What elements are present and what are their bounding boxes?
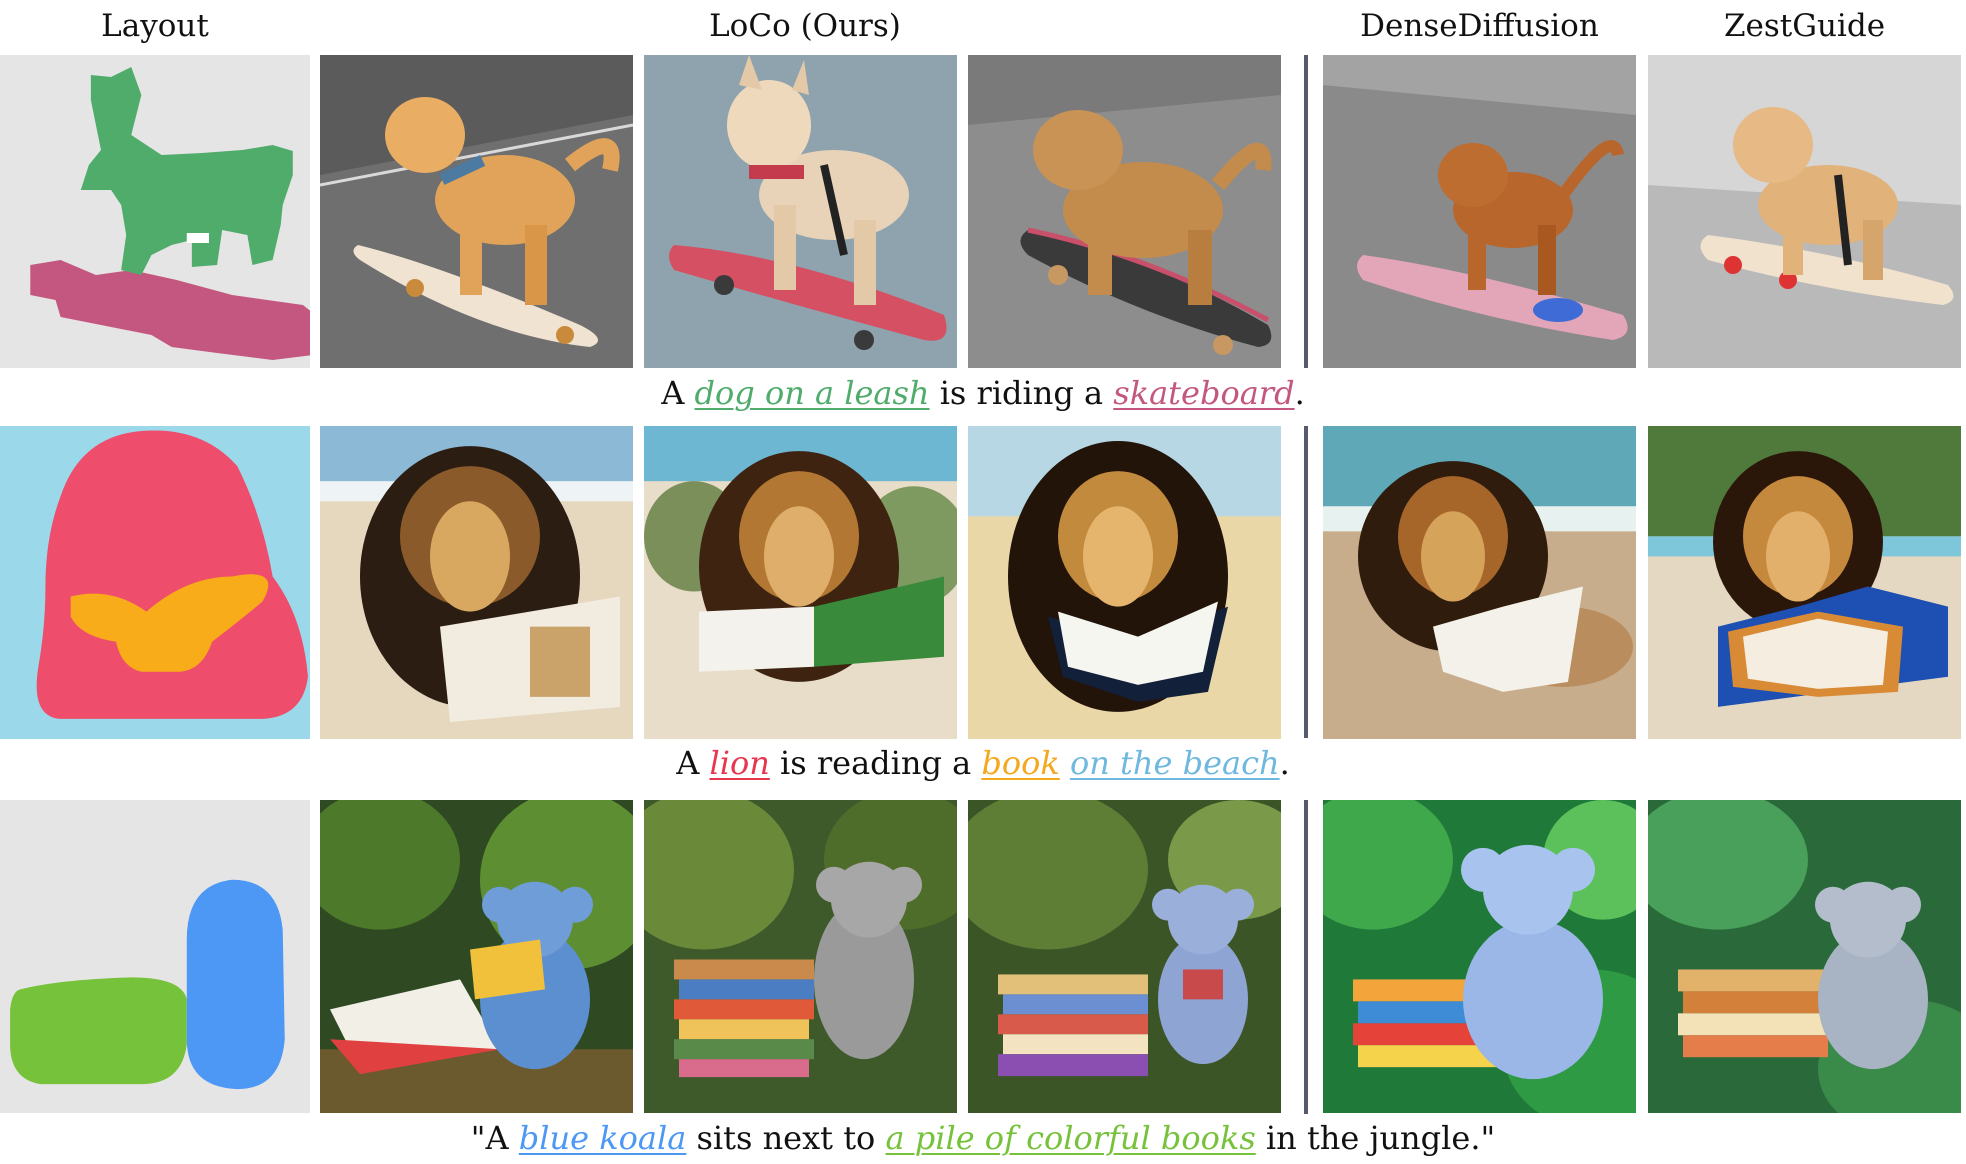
caption-text: . [1294, 374, 1305, 412]
koala-books-zestguide [1648, 800, 1961, 1113]
layout-mask-koala [0, 800, 310, 1113]
caption-text: sits next to [686, 1119, 886, 1157]
caption-text: A [676, 744, 710, 782]
header-layout: Layout [101, 8, 209, 44]
layout-mask-lion [0, 426, 310, 739]
koala-books-ours-3 [968, 800, 1281, 1113]
caption-phrase-book: book [981, 744, 1060, 782]
caption-row-3: "A blue koala sits next to a pile of col… [0, 1116, 1966, 1160]
lion-book-densediffusion [1323, 426, 1636, 739]
lion-book-ours-1 [320, 426, 633, 739]
caption-phrase-lion: lion [709, 744, 770, 782]
caption-text: "A [470, 1119, 519, 1157]
dog-skateboard-ours-3 [968, 55, 1281, 368]
caption-phrase-books: a pile of colorful books [885, 1119, 1256, 1157]
dog-skateboard-ours-1 [320, 55, 633, 368]
koala-books-ours-2 [644, 800, 957, 1113]
lion-book-ours-2 [644, 426, 957, 739]
caption-phrase-skateboard: skateboard [1113, 374, 1295, 412]
dog-skateboard-zestguide [1648, 55, 1961, 368]
caption-text: in the jungle." [1255, 1119, 1496, 1157]
header-zestguide: ZestGuide [1723, 8, 1886, 44]
caption-text: is reading a [769, 744, 982, 782]
header-ours: LoCo (Ours) [709, 8, 901, 44]
dog-skateboard-ours-2 [644, 55, 957, 368]
caption-phrase-koala: blue koala [518, 1119, 687, 1157]
caption-row-1: A dog on a leash is riding a skateboard. [0, 371, 1966, 415]
separator [1304, 426, 1308, 738]
caption-phrase-beach: on the beach [1069, 744, 1280, 782]
separator [1304, 800, 1308, 1114]
separator [1304, 55, 1308, 368]
caption-text: is riding a [929, 374, 1114, 412]
layout-mask-dog [0, 55, 310, 368]
caption-text: A [661, 374, 695, 412]
caption-phrase-dog: dog on a leash [694, 374, 930, 412]
caption-row-2: A lion is reading a book on the beach. [0, 741, 1966, 785]
caption-text: . [1279, 744, 1290, 782]
caption-text [1060, 744, 1070, 782]
dog-skateboard-densediffusion [1323, 55, 1636, 368]
koala-books-ours-1 [320, 800, 633, 1113]
lion-book-ours-3 [968, 426, 1281, 739]
koala-books-densediffusion [1323, 800, 1636, 1113]
lion-book-zestguide [1648, 426, 1961, 739]
header-densediffusion: DenseDiffusion [1360, 8, 1599, 44]
